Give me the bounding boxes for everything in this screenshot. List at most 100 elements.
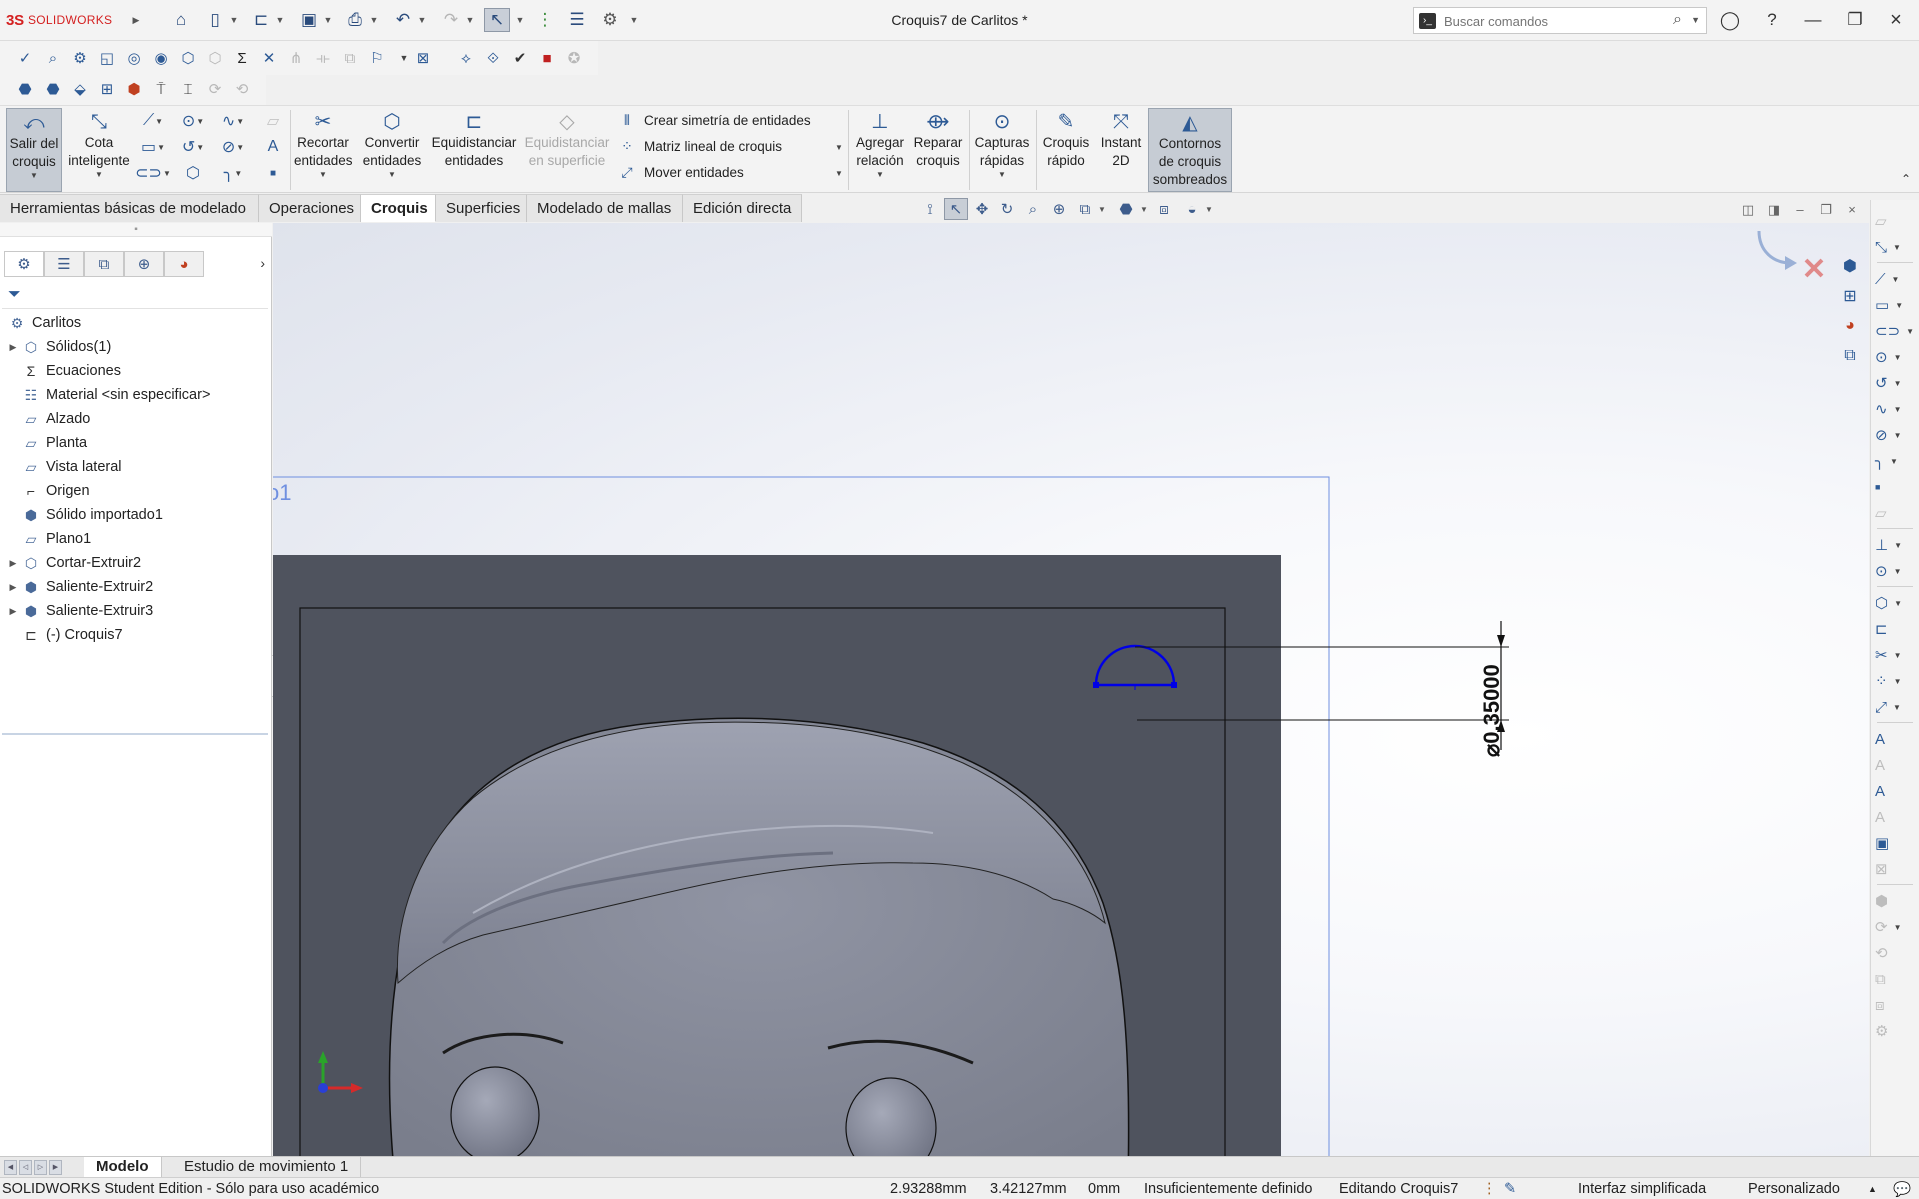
equations-sigma-icon[interactable]: Σ — [231, 47, 253, 69]
dimension-value[interactable]: ⌀0.35000 — [1479, 664, 1504, 757]
check-circle-icon[interactable]: ✔ — [509, 47, 531, 69]
appearance-icon[interactable]: ⬢ — [123, 78, 145, 100]
arc-icon[interactable]: ↺ ▼ — [182, 136, 204, 158]
quick-snaps-side-icon[interactable]: ⊙ ▼ — [1875, 560, 1913, 582]
property-manager-tab-icon[interactable]: ☰ — [44, 251, 84, 277]
mold-icon[interactable]: ⬙ — [69, 78, 91, 100]
options-gear-icon[interactable]: ⚙ — [597, 8, 623, 32]
convert-entities-button[interactable]: ⬡ Convertir entidades ▼ — [360, 108, 424, 192]
move-side-icon[interactable]: ⤢ ▼ — [1875, 696, 1913, 718]
block-insert-icon[interactable]: A — [1875, 806, 1913, 828]
command-search-box[interactable]: ›_ ⌕ ▼ — [1413, 7, 1707, 34]
exit-sketch-button[interactable]: ⤺ Salir del croquis ▼ — [6, 108, 62, 192]
text-icon[interactable]: A — [262, 136, 284, 158]
rotate-icon[interactable]: ↻ — [995, 198, 1019, 220]
sketch-check-icon[interactable]: ⌕ — [42, 47, 64, 69]
tab-direct-editing[interactable]: Edición directa — [683, 194, 802, 222]
move-entities-button[interactable]: ⤢ Mover entidades — [618, 161, 743, 183]
collapse-ribbon-chevron-icon[interactable]: ⌃ — [1901, 172, 1911, 186]
tree-item-equations[interactable]: Σ Ecuaciones — [0, 359, 272, 383]
offset-entities-button[interactable]: ⊏ Equidistanciar entidades — [430, 108, 518, 192]
tab-mesh-modeling[interactable]: Modelado de mallas — [527, 194, 683, 222]
sketch-fillet-icon[interactable]: ◱ — [96, 47, 118, 69]
linear-pattern-dropdown-icon[interactable]: ▼ — [828, 136, 850, 158]
save-dropdown-icon[interactable]: ▼ — [322, 8, 334, 32]
stop-icon[interactable]: ■ — [536, 47, 558, 69]
configuration-manager-tab-icon[interactable]: ⧉ — [84, 251, 124, 277]
surface-icon[interactable]: ⊞ — [96, 78, 118, 100]
redo-dropdown-icon[interactable]: ▼ — [464, 8, 476, 32]
plane-side-icon[interactable]: ▱ — [1875, 502, 1913, 524]
save-icon[interactable]: ▣ — [296, 8, 322, 32]
new-document-icon[interactable]: ▯ — [202, 8, 228, 32]
tab-motion-study[interactable]: Estudio de movimiento 1 — [172, 1157, 362, 1178]
repair-icon[interactable]: ⚙ — [69, 47, 91, 69]
pan-icon[interactable]: ✥ — [970, 198, 994, 220]
sketch-endpoint[interactable] — [1093, 682, 1099, 688]
select-dropdown-icon[interactable]: ▼ — [514, 8, 526, 32]
fillet-side-icon[interactable]: ╮ ▼ — [1875, 450, 1913, 472]
open-folder-icon[interactable]: ⊏ — [248, 8, 274, 32]
tab-sketch[interactable]: Croquis — [361, 194, 436, 222]
pin-icon[interactable]: ⍑ — [150, 78, 172, 100]
tree-item-top-plane[interactable]: ▱ Planta — [0, 431, 272, 455]
viewport-minimize-icon[interactable]: – — [1789, 200, 1811, 220]
save-block-icon[interactable]: ▣ — [1875, 832, 1913, 854]
line-side-icon[interactable]: ⟋ ▼ — [1875, 268, 1913, 290]
display-manager-tab-icon[interactable]: ◕ — [164, 251, 204, 277]
loft-side-icon[interactable]: ⧉ — [1875, 968, 1913, 990]
solidworks-logo[interactable]: 3S SOLIDWORKS — [6, 9, 112, 31]
weldment-icon[interactable]: ⬣ — [42, 78, 64, 100]
ellipse-side-icon[interactable]: ⊘ ▼ — [1875, 424, 1913, 446]
select-arrow-icon[interactable]: ↖ — [484, 8, 510, 32]
repair-sketch-button[interactable]: ⟴ Reparar croquis — [910, 108, 966, 192]
options-dropdown-icon[interactable]: ▼ — [628, 8, 640, 32]
print-icon[interactable]: ⎙ — [342, 8, 368, 32]
smart-dimension-button[interactable]: ⤡ Cota inteligente ▼ — [64, 108, 134, 192]
addin-icon[interactable]: ✪ — [563, 47, 585, 69]
copy-side-icon[interactable]: ⧈ — [1875, 994, 1913, 1016]
undo-dropdown-icon[interactable]: ▼ — [416, 8, 428, 32]
add-relation-side-icon[interactable]: ⊥ ▼ — [1875, 534, 1913, 556]
trim-dropdown-icon[interactable]: ▼ — [294, 170, 352, 180]
revolve-side-icon[interactable]: ⟳ ▼ — [1875, 916, 1913, 938]
sweep-icon[interactable]: ⟳ — [204, 78, 226, 100]
tree-item-imported-solid[interactable]: ⬢ Sólido importado1 — [0, 503, 272, 527]
tree-item-origin[interactable]: ⌐ Origen — [0, 479, 272, 503]
design-library-icon[interactable]: ⊞ — [1835, 282, 1865, 310]
account-icon[interactable]: ◯ — [1714, 6, 1746, 34]
tab-model[interactable]: Modelo — [84, 1157, 162, 1178]
settings-side-icon[interactable]: ⚙ — [1875, 1020, 1913, 1042]
rebuild-icon[interactable]: ⋮ — [1482, 1181, 1497, 1197]
tab-basic-modeling[interactable]: Herramientas básicas de modelado — [0, 194, 259, 222]
print-dropdown-icon[interactable]: ▼ — [368, 8, 380, 32]
hide-show-icon[interactable]: ⧈ — [1152, 198, 1176, 220]
menu-expand-icon[interactable]: ▶ — [130, 8, 142, 32]
left-eye[interactable] — [450, 1066, 540, 1156]
spline-side-icon[interactable]: ∿ ▼ — [1875, 398, 1913, 420]
zoom-to-fit-icon[interactable]: ⊕ — [1047, 198, 1071, 220]
pattern-side-icon[interactable]: ⁘ ▼ — [1875, 670, 1913, 692]
quick-tips-icon[interactable]: ✎ — [1504, 1181, 1516, 1197]
loft-icon[interactable]: ⟲ — [231, 78, 253, 100]
chat-icon[interactable]: 💬 — [1893, 1181, 1911, 1198]
section-view-icon[interactable]: ⧉ — [1073, 198, 1097, 220]
exit-sketch-dropdown-icon[interactable]: ▼ — [7, 171, 61, 181]
resources-icon[interactable]: ⬢ — [1835, 252, 1865, 280]
fillet-icon[interactable]: ╮ ▼ — [222, 162, 244, 184]
tree-item-boss-extrude2[interactable]: ▶ ⬢ Saliente-Extruir2 — [0, 575, 272, 599]
viewport-split-icon[interactable]: ◫ — [1737, 200, 1759, 220]
sketch-endpoint[interactable] — [1171, 682, 1177, 688]
appearance-scene-icon[interactable]: ◒ — [1180, 198, 1204, 220]
mass-properties-icon[interactable]: ◉ — [150, 47, 172, 69]
section-icon[interactable]: ⬡ — [177, 47, 199, 69]
status-units[interactable]: Personalizado — [1748, 1181, 1840, 1197]
zoom-in-icon[interactable]: ⌕ — [1021, 198, 1045, 220]
add-relation-dropdown-icon[interactable]: ▼ — [852, 170, 908, 180]
expand-arrow-icon[interactable]: ▶ — [6, 606, 20, 617]
help-icon[interactable]: ? — [1756, 6, 1788, 34]
model-view[interactable]: o1 ⌀0.35000 — [273, 223, 1869, 1156]
shaded-sketch-contours-button[interactable]: ◭ Contornos de croquis sombreados — [1148, 108, 1232, 192]
feature-tree-tab-icon[interactable]: ⚙ — [4, 251, 44, 277]
tab-features[interactable]: Operaciones — [259, 194, 361, 222]
